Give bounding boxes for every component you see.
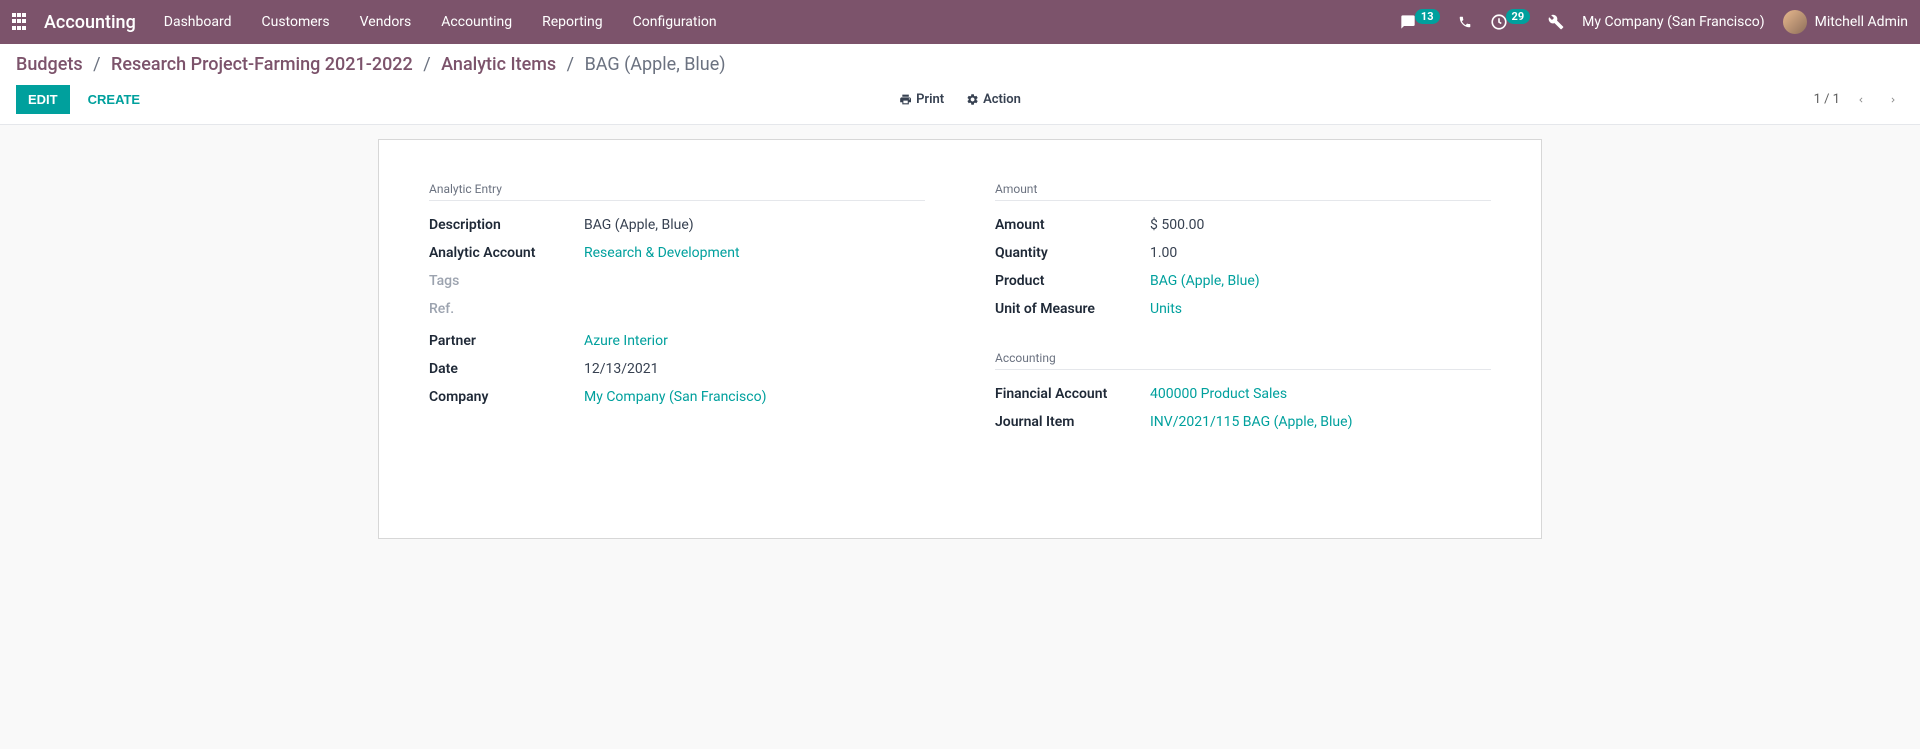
- value-description: BAG (Apple, Blue): [584, 217, 694, 233]
- breadcrumb-project[interactable]: Research Project-Farming 2021-2022: [111, 54, 413, 75]
- label-uom: Unit of Measure: [995, 301, 1150, 317]
- field-amount: Amount $ 500.00: [995, 211, 1491, 239]
- value-uom[interactable]: Units: [1150, 301, 1182, 317]
- messages-icon[interactable]: 13: [1399, 14, 1440, 30]
- activities-icon[interactable]: 29: [1490, 13, 1531, 31]
- top-nav: Dashboard Customers Vendors Accounting R…: [164, 14, 717, 30]
- value-journal-item[interactable]: INV/2021/115 BAG (Apple, Blue): [1150, 414, 1352, 430]
- label-amount: Amount: [995, 217, 1150, 233]
- pager-prev[interactable]: [1850, 91, 1872, 109]
- left-column: Analytic Entry Description BAG (Apple, B…: [429, 182, 925, 498]
- label-quantity: Quantity: [995, 245, 1150, 261]
- label-analytic-account: Analytic Account: [429, 245, 584, 261]
- debug-icon[interactable]: [1548, 14, 1564, 30]
- chevron-left-icon: [1856, 93, 1866, 107]
- topbar-right: 13 29 My Company (San Francisco) Mitchel…: [1399, 10, 1908, 34]
- field-quantity: Quantity 1.00: [995, 239, 1491, 267]
- value-quantity: 1.00: [1150, 245, 1177, 261]
- messages-badge: 13: [1415, 9, 1440, 24]
- label-ref: Ref.: [429, 301, 584, 317]
- sheet-wrap: Analytic Entry Description BAG (Apple, B…: [0, 125, 1920, 563]
- field-tags: Tags: [429, 267, 925, 295]
- top-bar: Accounting Dashboard Customers Vendors A…: [0, 0, 1920, 44]
- value-product[interactable]: BAG (Apple, Blue): [1150, 273, 1260, 289]
- field-company: Company My Company (San Francisco): [429, 383, 925, 411]
- field-analytic-account: Analytic Account Research & Development: [429, 239, 925, 267]
- activities-badge: 29: [1506, 9, 1531, 24]
- field-product: Product BAG (Apple, Blue): [995, 267, 1491, 295]
- field-financial-account: Financial Account 400000 Product Sales: [995, 380, 1491, 408]
- nav-dashboard[interactable]: Dashboard: [164, 14, 232, 30]
- nav-reporting[interactable]: Reporting: [542, 14, 603, 30]
- label-date: Date: [429, 361, 584, 377]
- nav-accounting[interactable]: Accounting: [441, 14, 512, 30]
- breadcrumb: Budgets / Research Project-Farming 2021-…: [16, 54, 726, 75]
- form-sheet: Analytic Entry Description BAG (Apple, B…: [378, 139, 1542, 539]
- nav-configuration[interactable]: Configuration: [633, 14, 717, 30]
- right-column: Amount Amount $ 500.00 Quantity 1.00 Pro…: [995, 182, 1491, 498]
- print-icon: [899, 93, 912, 106]
- control-bar: Edit Create Print Action 1 / 1: [0, 79, 1920, 125]
- value-partner[interactable]: Azure Interior: [584, 333, 668, 349]
- label-financial-account: Financial Account: [995, 386, 1150, 402]
- label-company: Company: [429, 389, 584, 405]
- value-company[interactable]: My Company (San Francisco): [584, 389, 766, 405]
- value-amount: $ 500.00: [1150, 217, 1204, 233]
- group-analytic-entry: Analytic Entry: [429, 182, 925, 201]
- field-ref: Ref.: [429, 295, 925, 323]
- pager-next[interactable]: [1882, 91, 1904, 109]
- action-button[interactable]: Action: [966, 92, 1021, 107]
- value-financial-account[interactable]: 400000 Product Sales: [1150, 386, 1287, 402]
- field-journal-item: Journal Item INV/2021/115 BAG (Apple, Bl…: [995, 408, 1491, 436]
- print-button[interactable]: Print: [899, 92, 944, 107]
- label-journal-item: Journal Item: [995, 414, 1150, 430]
- nav-vendors[interactable]: Vendors: [360, 14, 412, 30]
- label-description: Description: [429, 217, 584, 233]
- user-menu[interactable]: Mitchell Admin: [1783, 10, 1908, 34]
- pager: 1 / 1: [1814, 91, 1904, 109]
- center-actions: Print Action: [899, 92, 1021, 107]
- avatar: [1783, 10, 1807, 34]
- label-tags: Tags: [429, 273, 584, 289]
- field-uom: Unit of Measure Units: [995, 295, 1491, 323]
- value-date: 12/13/2021: [584, 361, 659, 377]
- field-date: Date 12/13/2021: [429, 355, 925, 383]
- print-label: Print: [916, 92, 944, 107]
- apps-icon[interactable]: [12, 13, 30, 31]
- app-title[interactable]: Accounting: [44, 12, 136, 33]
- field-partner: Partner Azure Interior: [429, 327, 925, 355]
- create-button[interactable]: Create: [78, 87, 150, 112]
- company-selector[interactable]: My Company (San Francisco): [1582, 14, 1764, 30]
- pager-text: 1 / 1: [1814, 92, 1840, 107]
- user-name: Mitchell Admin: [1815, 14, 1908, 30]
- label-product: Product: [995, 273, 1150, 289]
- gear-icon: [966, 93, 979, 106]
- chevron-right-icon: [1888, 93, 1898, 107]
- breadcrumb-row: Budgets / Research Project-Farming 2021-…: [0, 44, 1920, 79]
- field-description: Description BAG (Apple, Blue): [429, 211, 925, 239]
- nav-customers[interactable]: Customers: [262, 14, 330, 30]
- phone-icon[interactable]: [1458, 15, 1472, 29]
- label-partner: Partner: [429, 333, 584, 349]
- breadcrumb-budgets[interactable]: Budgets: [16, 54, 83, 75]
- breadcrumb-analytic-items[interactable]: Analytic Items: [441, 54, 556, 75]
- breadcrumb-current: BAG (Apple, Blue): [585, 54, 726, 75]
- group-amount: Amount: [995, 182, 1491, 201]
- edit-button[interactable]: Edit: [16, 85, 70, 114]
- action-label: Action: [983, 92, 1021, 107]
- group-accounting: Accounting: [995, 351, 1491, 370]
- value-analytic-account[interactable]: Research & Development: [584, 245, 740, 261]
